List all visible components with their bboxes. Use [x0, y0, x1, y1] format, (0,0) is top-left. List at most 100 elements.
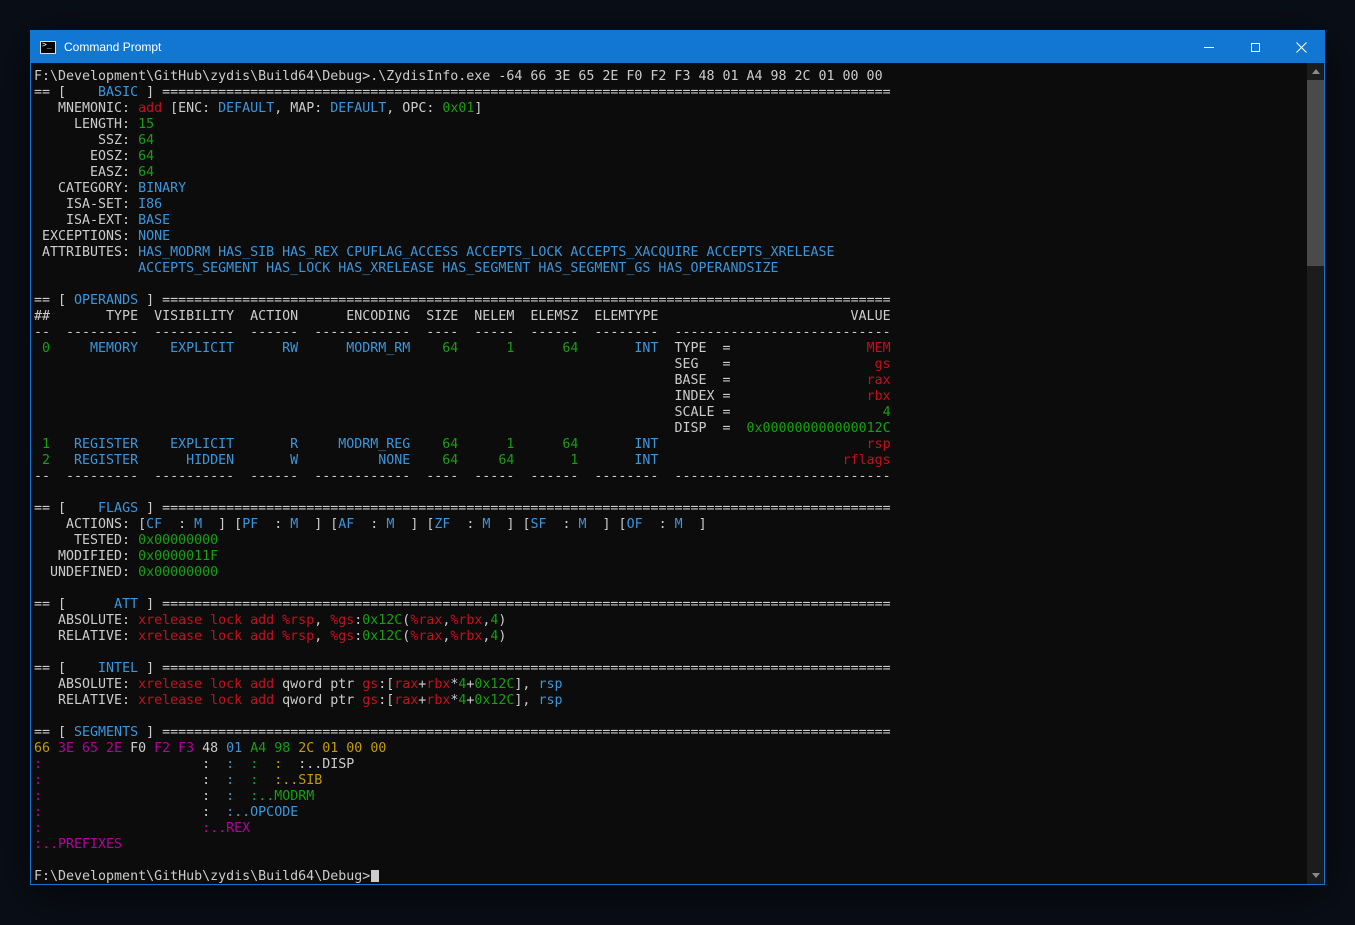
text-segment: ABSOLUTE:	[34, 613, 138, 628]
text-segment: 98	[274, 741, 290, 756]
titlebar[interactable]: Command Prompt	[31, 31, 1324, 63]
text-segment: )	[498, 613, 506, 628]
command-prompt-icon	[40, 41, 56, 54]
text-segment: SCALE =	[674, 405, 730, 420]
text-segment: BINARY	[138, 181, 186, 196]
minimize-button[interactable]	[1186, 31, 1232, 63]
text-segment: :	[226, 773, 234, 788]
text-segment: ,	[314, 629, 330, 644]
text-segment: BASE =	[674, 373, 730, 388]
terminal-line: EOSZ: 64	[34, 149, 1307, 165]
text-segment: ========================================…	[162, 293, 891, 308]
text-segment	[34, 421, 674, 436]
terminal-line: INDEX = rbx	[34, 389, 1307, 405]
text-segment	[34, 357, 674, 372]
text-segment	[34, 389, 674, 404]
terminal-line	[34, 645, 1307, 661]
maximize-icon	[1251, 43, 1260, 52]
text-segment: == [	[34, 501, 98, 516]
terminal-line: : : : : :..SIB	[34, 773, 1307, 789]
text-cursor	[371, 870, 379, 882]
text-segment	[258, 757, 274, 772]
text-segment	[210, 805, 226, 820]
text-segment: :[	[378, 693, 394, 708]
text-segment	[242, 741, 250, 756]
text-segment: :[	[378, 677, 394, 692]
text-segment: 48	[194, 741, 226, 756]
text-segment: 2	[34, 453, 50, 468]
text-segment: xrelease lock add %rsp	[138, 629, 314, 644]
terminal-line: MNEMONIC: add [ENC: DEFAULT, MAP: DEFAUL…	[34, 101, 1307, 117]
text-segment: :	[226, 757, 234, 772]
text-segment: :	[34, 789, 42, 804]
text-segment: :..MODRM	[250, 789, 314, 804]
terminal-line: ABSOLUTE: xrelease lock add %rsp, %gs:0x…	[34, 613, 1307, 629]
text-segment: AF	[338, 517, 354, 532]
text-segment: ========================================…	[162, 85, 891, 100]
terminal-line: RELATIVE: xrelease lock add qword ptr gs…	[34, 693, 1307, 709]
text-segment: LENGTH:	[34, 117, 138, 132]
scrollbar-thumb[interactable]	[1307, 80, 1324, 266]
text-segment: :	[250, 757, 258, 772]
text-segment	[234, 757, 250, 772]
text-segment: REGISTER EXPLICIT R MODRM_REG	[50, 437, 410, 452]
text-segment	[258, 773, 274, 788]
scroll-up-button[interactable]	[1307, 63, 1324, 80]
text-segment: ABSOLUTE:	[34, 677, 138, 692]
text-segment: ] [	[490, 517, 530, 532]
text-segment: 0	[34, 341, 50, 356]
text-segment: :	[546, 517, 578, 532]
text-segment: rax	[394, 677, 418, 692]
terminal-line: -- --------- ---------- ------ ---------…	[34, 469, 1307, 485]
text-segment: RELATIVE:	[34, 693, 138, 708]
scrollbar[interactable]	[1307, 63, 1324, 884]
text-segment: :..OPCODE	[226, 805, 298, 820]
text-segment: %rax	[410, 629, 442, 644]
text-segment: 64	[138, 149, 154, 164]
text-segment: OF	[627, 517, 643, 532]
text-segment: ACTIONS:	[34, 517, 138, 532]
text-segment	[731, 341, 867, 356]
close-button[interactable]	[1278, 31, 1324, 63]
scroll-down-button[interactable]	[1307, 867, 1324, 884]
text-segment: SF	[530, 517, 546, 532]
text-segment: DEFAULT	[218, 101, 274, 116]
text-segment: ]	[138, 725, 162, 740]
maximize-button[interactable]	[1232, 31, 1278, 63]
text-segment: ]	[138, 85, 162, 100]
text-segment: M	[579, 517, 587, 532]
text-segment: SSZ:	[34, 133, 138, 148]
terminal-line: ABSOLUTE: xrelease lock add qword ptr gs…	[34, 677, 1307, 693]
terminal-line: TESTED: 0x00000000	[34, 533, 1307, 549]
text-segment: INTEL	[98, 661, 138, 676]
terminal-line: == [ INTEL ] ===========================…	[34, 661, 1307, 677]
text-segment: :	[226, 789, 234, 804]
text-segment	[210, 757, 226, 772]
text-segment: ========================================…	[162, 501, 891, 516]
text-segment: ]	[138, 501, 162, 516]
text-segment: EXCEPTIONS:	[34, 229, 138, 244]
terminal-line: : : :..OPCODE	[34, 805, 1307, 821]
terminal-line: 1 REGISTER EXPLICIT R MODRM_REG 64 1 64 …	[34, 437, 1307, 453]
terminal-line: ## TYPE VISIBILITY ACTION ENCODING SIZE …	[34, 309, 1307, 325]
text-segment: :	[34, 773, 42, 788]
text-segment: :	[34, 805, 42, 820]
text-segment: -- --------- ---------- ------ ---------…	[34, 325, 891, 340]
text-segment	[34, 405, 674, 420]
text-segment: DEFAULT	[330, 101, 386, 116]
text-segment: M	[675, 517, 683, 532]
text-segment: [	[138, 517, 146, 532]
text-segment: gs	[362, 693, 378, 708]
text-segment: ISA-EXT:	[34, 213, 138, 228]
text-segment: :..REX	[202, 821, 250, 836]
text-segment: ]	[138, 661, 162, 676]
text-segment: 0x12C	[362, 613, 402, 628]
terminal-output[interactable]: F:\Development\GitHub\zydis\Build64\Debu…	[31, 63, 1307, 884]
text-segment: SEG =	[674, 357, 730, 372]
text-segment: 64 1 64	[410, 437, 578, 452]
text-segment: :	[162, 517, 194, 532]
text-segment: :	[202, 757, 210, 772]
text-segment: :	[643, 517, 675, 532]
terminal-line: : : : :..MODRM	[34, 789, 1307, 805]
terminal-line	[34, 485, 1307, 501]
